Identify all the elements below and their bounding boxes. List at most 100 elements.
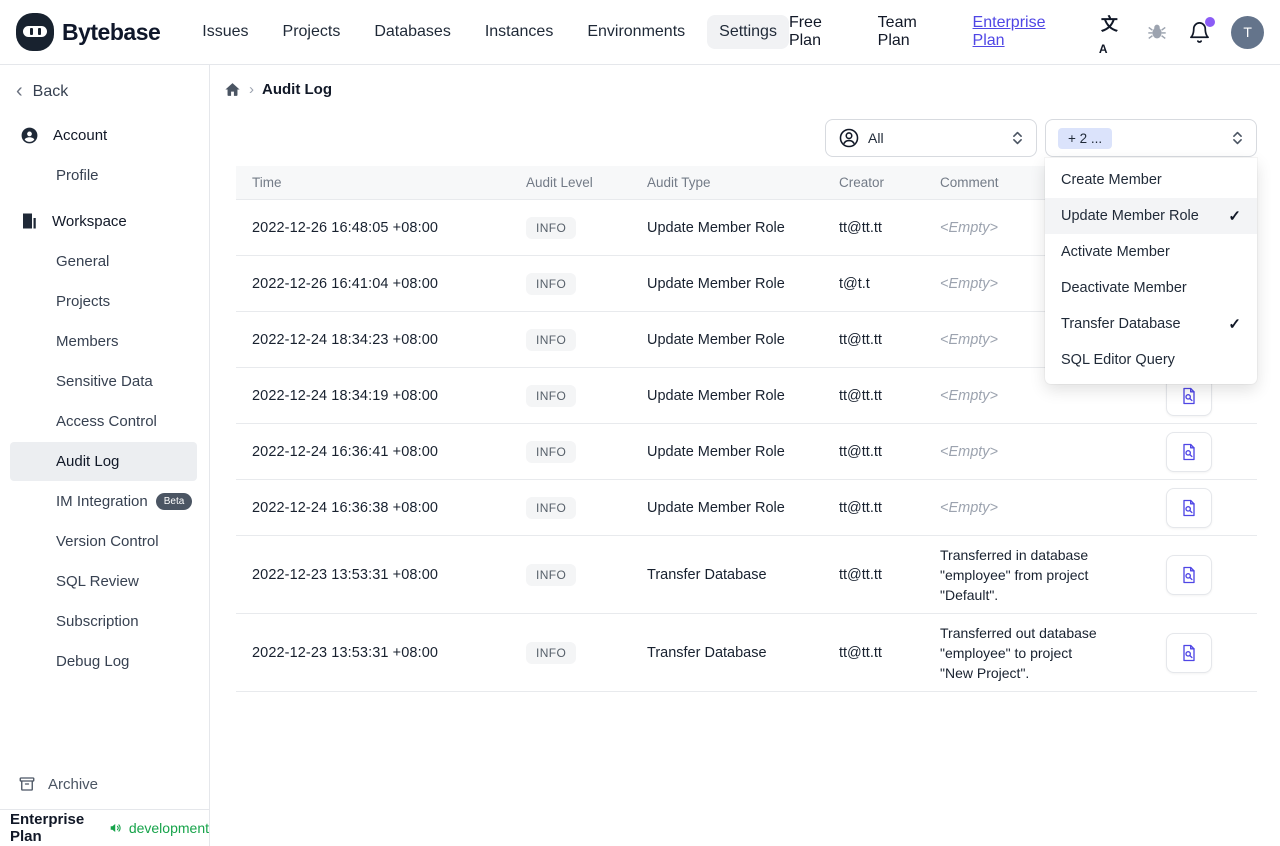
breadcrumb-current: Audit Log: [262, 80, 332, 98]
view-detail-button[interactable]: [1165, 554, 1212, 595]
archive-button[interactable]: Archive: [0, 765, 209, 803]
cell-creator: tt@tt.tt: [839, 499, 882, 516]
bytebase-logo-icon: [16, 13, 54, 51]
bug-icon[interactable]: [1146, 21, 1168, 43]
nav-item-environments[interactable]: Environments: [575, 15, 697, 49]
sidebar-section-account: Account: [0, 115, 209, 155]
sidebar-item-audit-log[interactable]: Audit Log: [10, 442, 197, 481]
nav-item-instances[interactable]: Instances: [473, 15, 565, 49]
level-badge: INFO: [526, 272, 577, 295]
col-time: Time: [252, 175, 282, 190]
chevron-left-icon: ‹: [16, 80, 23, 102]
notifications-bell-icon[interactable]: [1188, 16, 1216, 44]
breadcrumb-separator-icon: ›: [249, 80, 254, 98]
table-row: 2022-12-24 16:36:41 +08:00 INFO Update M…: [236, 424, 1257, 480]
cell-creator: tt@tt.tt: [839, 219, 882, 236]
cell-comment: <Empty>: [940, 387, 999, 404]
cell-time: 2022-12-26 16:41:04 +08:00: [252, 275, 439, 292]
bytebase-logo[interactable]: Bytebase: [16, 13, 161, 51]
cell-type: Update Member Role: [647, 219, 785, 236]
nav-item-settings[interactable]: Settings: [707, 15, 789, 49]
settings-sidebar: ‹ Back Account Profile Workspace General…: [0, 65, 210, 846]
sidebar-item-projects[interactable]: Projects: [10, 282, 197, 321]
menu-item-transfer-database[interactable]: Transfer Database ✓: [1045, 306, 1257, 342]
sidebar-item-version-control[interactable]: Version Control: [10, 522, 197, 561]
cell-type: Update Member Role: [647, 331, 785, 348]
cell-type: Transfer Database: [647, 566, 767, 583]
audit-type-filter-tag: + 2 ...: [1058, 127, 1113, 149]
cell-time: 2022-12-24 16:36:38 +08:00: [252, 499, 439, 516]
view-detail-button[interactable]: [1165, 632, 1212, 673]
filter-toolbar: All + 2 ... Create Member Update Member …: [236, 119, 1257, 384]
audit-type-filter-select[interactable]: + 2 ...: [1045, 119, 1257, 157]
home-icon[interactable]: [224, 81, 241, 98]
footer-plan-label: Enterprise Plan: [10, 811, 85, 845]
col-audit-level: Audit Level: [526, 175, 593, 190]
sidebar-item-members[interactable]: Members: [10, 322, 197, 361]
cell-comment: <Empty>: [940, 499, 999, 516]
menu-item-activate-member[interactable]: Activate Member: [1045, 234, 1257, 270]
cell-creator: tt@tt.tt: [839, 644, 882, 661]
cell-type: Update Member Role: [647, 499, 785, 516]
level-badge: INFO: [526, 496, 577, 519]
document-search-icon: [1182, 443, 1195, 460]
document-search-icon: [1182, 644, 1195, 661]
top-navbar: Bytebase Issues Projects Databases Insta…: [0, 0, 1280, 65]
notification-dot: [1205, 16, 1216, 27]
free-plan-link[interactable]: Free Plan: [789, 14, 858, 50]
sidebar-item-im-integration[interactable]: IM Integration Beta: [10, 482, 197, 521]
cell-time: 2022-12-23 13:53:31 +08:00: [252, 566, 439, 583]
workspace-icon: [23, 213, 36, 229]
cell-creator: t@t.t: [839, 275, 870, 292]
main-content: › Audit Log All + 2 ... Create Member Up…: [210, 65, 1280, 846]
breadcrumb: › Audit Log: [210, 77, 1280, 101]
archive-icon: [19, 777, 35, 791]
sidebar-item-sql-review[interactable]: SQL Review: [10, 562, 197, 601]
cell-time: 2022-12-24 18:34:23 +08:00: [252, 331, 439, 348]
document-search-icon: [1182, 499, 1195, 516]
menu-item-create-member[interactable]: Create Member: [1045, 162, 1257, 198]
document-search-icon: [1182, 387, 1195, 404]
beta-badge: Beta: [155, 493, 193, 510]
cell-time: 2022-12-24 18:34:19 +08:00: [252, 387, 439, 404]
brand-name: Bytebase: [62, 18, 161, 45]
document-search-icon: [1182, 566, 1195, 583]
sidebar-item-profile[interactable]: Profile: [10, 156, 197, 195]
user-avatar[interactable]: T: [1231, 15, 1264, 49]
menu-item-update-member-role[interactable]: Update Member Role ✓: [1045, 198, 1257, 234]
menu-item-deactivate-member[interactable]: Deactivate Member: [1045, 270, 1257, 306]
nav-item-projects[interactable]: Projects: [271, 15, 353, 49]
nav-item-issues[interactable]: Issues: [190, 15, 260, 49]
sidebar-item-sensitive-data[interactable]: Sensitive Data: [10, 362, 197, 401]
cell-type: Update Member Role: [647, 387, 785, 404]
navbar-right: Free Plan Team Plan Enterprise Plan 文A T: [789, 10, 1264, 56]
cell-comment: Transferred in database "employee" from …: [940, 546, 1089, 603]
creator-filter-select[interactable]: All: [825, 119, 1037, 157]
sidebar-item-subscription[interactable]: Subscription: [10, 602, 197, 641]
sidebar-item-access-control[interactable]: Access Control: [10, 402, 197, 441]
view-detail-button[interactable]: [1165, 431, 1212, 472]
col-audit-type: Audit Type: [647, 175, 711, 190]
team-plan-link[interactable]: Team Plan: [878, 14, 953, 50]
selector-chevrons-icon: [1011, 129, 1024, 147]
table-row: 2022-12-23 13:53:31 +08:00 INFO Transfer…: [236, 614, 1257, 692]
sidebar-item-debug-log[interactable]: Debug Log: [10, 642, 197, 681]
translate-icon[interactable]: 文A: [1099, 10, 1126, 56]
nav-item-databases[interactable]: Databases: [362, 15, 463, 49]
view-detail-button[interactable]: [1165, 487, 1212, 528]
speaker-icon: [110, 824, 121, 832]
check-icon: ✓: [1228, 208, 1241, 225]
main-nav: Issues Projects Databases Instances Envi…: [190, 15, 789, 49]
enterprise-plan-link[interactable]: Enterprise Plan: [973, 14, 1081, 50]
sidebar-item-general[interactable]: General: [10, 242, 197, 281]
back-label: Back: [32, 83, 69, 100]
cell-time: 2022-12-23 13:53:31 +08:00: [252, 644, 439, 661]
menu-item-sql-editor-query[interactable]: SQL Editor Query: [1045, 342, 1257, 378]
level-badge: INFO: [526, 641, 577, 664]
creator-filter-value: All: [868, 130, 884, 146]
check-icon: ✓: [1228, 316, 1241, 333]
cell-type: Update Member Role: [647, 443, 785, 460]
level-badge: INFO: [526, 328, 577, 351]
back-button[interactable]: ‹ Back: [0, 75, 209, 109]
selector-chevrons-icon: [1231, 129, 1244, 147]
